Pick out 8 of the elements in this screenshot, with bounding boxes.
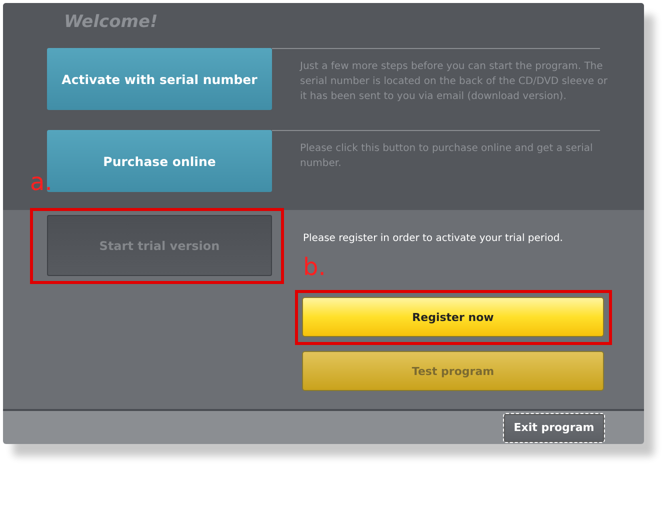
annotation-label: b. (303, 255, 326, 279)
exit-button[interactable]: Exit program (504, 414, 604, 442)
option-description: Please click this button to purchase online and get a serial number. (300, 142, 594, 171)
register-button[interactable]: Register now (302, 297, 604, 337)
option-description: Just a few more steps before you can start the program. The serial number is located on the back of the CD/DVD sleeve or it has been sent to you via email (download version). (300, 60, 608, 104)
trial-note: Please register in order to activate your trial period. (303, 233, 564, 245)
window-title: Welcome! (64, 12, 159, 34)
option-button[interactable]: Activate with serial number (47, 48, 272, 110)
